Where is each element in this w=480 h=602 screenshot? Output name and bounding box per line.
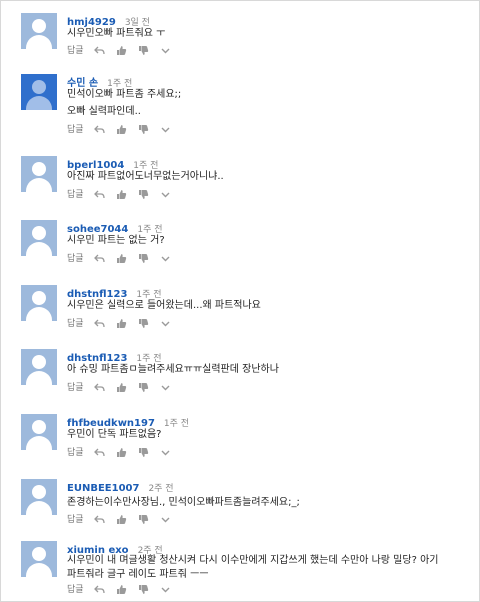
reply-arrow-icon[interactable] [94,189,106,200]
thumbs-down-icon[interactable] [138,189,149,200]
thumbs-down-icon[interactable] [138,124,149,135]
reply-button[interactable]: 답글 [67,585,84,595]
reply-arrow-icon[interactable] [94,382,106,393]
reply-arrow-icon[interactable] [94,45,106,56]
avatar[interactable] [21,414,57,450]
comment-text: 우민이 단독 파트없음? [67,429,162,440]
comment-meta: dhstnfl123 1주 전 [67,282,162,300]
comment-text: 시우민오빠 파트줘요 ㅜ [67,28,166,39]
comment-meta: bperl1004 1주 전 [67,153,158,171]
more-icon[interactable] [160,45,171,56]
avatar[interactable] [21,74,57,110]
comments-panel: hmj4929 3일 전 시우민오빠 파트줘요 ㅜ 답글 수민 손 1주 전 민석이… [0,0,480,602]
reply-arrow-icon[interactable] [94,124,106,135]
thumbs-down-icon[interactable] [138,584,149,595]
comment-text: 아 슈밍 파트좀ㅁ늘려주세요ㅠㅠ실력판데 장난하나 [67,364,279,375]
avatar[interactable] [21,349,57,385]
reply-button[interactable]: 답글 [67,190,84,200]
reply-arrow-icon[interactable] [94,447,106,458]
reply-arrow-icon[interactable] [94,514,106,525]
reply-button[interactable]: 답글 [67,448,84,458]
comment-meta: EUNBEE1007 2주 전 [67,476,174,494]
comment-text: 오빠 실력파인데.. [67,106,141,117]
thumbs-up-icon[interactable] [116,584,127,595]
comment-text: 시우민 파트는 없는 거? [67,235,165,246]
reply-button[interactable]: 답글 [67,383,84,393]
comment-actions: 답글 [67,380,171,393]
thumbs-up-icon[interactable] [116,514,127,525]
reply-button[interactable]: 답글 [67,46,84,56]
thumbs-up-icon[interactable] [116,447,127,458]
thumbs-up-icon[interactable] [116,124,127,135]
reply-button[interactable]: 답글 [67,254,84,264]
avatar[interactable] [21,285,57,321]
comment-actions: 답글 [67,122,171,135]
thumbs-up-icon[interactable] [116,45,127,56]
more-icon[interactable] [160,382,171,393]
more-icon[interactable] [160,253,171,264]
comment-actions: 답글 [67,251,171,264]
thumbs-up-icon[interactable] [116,253,127,264]
comment-meta: 수민 손 1주 전 [67,71,132,89]
thumbs-down-icon[interactable] [138,382,149,393]
comment-text: 시우민은 실력으로 들어왔는데...왜 파트적나요 [67,300,261,311]
reply-button[interactable]: 답글 [67,125,84,135]
thumbs-down-icon[interactable] [138,514,149,525]
more-icon[interactable] [160,514,171,525]
reply-arrow-icon[interactable] [94,318,106,329]
comment-text: 시우민이 내 며글생활 청산시켜 다시 이수만에게 지갑쓰게 했는데 수만아 나… [67,555,439,566]
more-icon[interactable] [160,189,171,200]
comment-time[interactable]: 1주 전 [164,419,189,429]
avatar[interactable] [21,156,57,192]
comment-actions: 답글 [67,43,171,56]
comment-actions: 답글 [67,512,171,525]
avatar[interactable] [21,220,57,256]
comment-text: 민석이오빠 파트좀 주세요;; [67,89,182,100]
avatar[interactable] [21,13,57,49]
reply-button[interactable]: 답글 [67,515,84,525]
thumbs-up-icon[interactable] [116,189,127,200]
comment-meta: xiumin exo 2주 전 [67,538,163,556]
comment-text: 존경하는이수만사장님., 민석이오빠파트좀늘려주세요;_; [67,497,300,508]
comment-actions: 답글 [67,445,171,458]
comment-actions: 답글 [67,316,171,329]
comment-meta: hmj4929 3일 전 [67,10,150,28]
thumbs-down-icon[interactable] [138,447,149,458]
comment-meta: dhstnfl123 1주 전 [67,346,162,364]
avatar[interactable] [21,541,57,577]
comment-meta: fhfbeudkwn197 1주 전 [67,411,189,429]
comment-text: 파트줘라 글구 레이도 파트줘 ㅡㅡ [67,569,209,580]
more-icon[interactable] [160,447,171,458]
comment-text: 아진짜 파트없어도너무없는거아니냐.. [67,171,224,182]
more-icon[interactable] [160,124,171,135]
thumbs-down-icon[interactable] [138,253,149,264]
thumbs-up-icon[interactable] [116,382,127,393]
more-icon[interactable] [160,584,171,595]
comment-meta: sohee7044 1주 전 [67,217,163,235]
thumbs-down-icon[interactable] [138,318,149,329]
reply-button[interactable]: 답글 [67,319,84,329]
avatar[interactable] [21,479,57,515]
more-icon[interactable] [160,318,171,329]
reply-arrow-icon[interactable] [94,253,106,264]
thumbs-down-icon[interactable] [138,45,149,56]
comment-actions: 답글 [67,187,171,200]
thumbs-up-icon[interactable] [116,318,127,329]
reply-arrow-icon[interactable] [94,584,106,595]
comment-actions: 답글 [67,582,171,595]
